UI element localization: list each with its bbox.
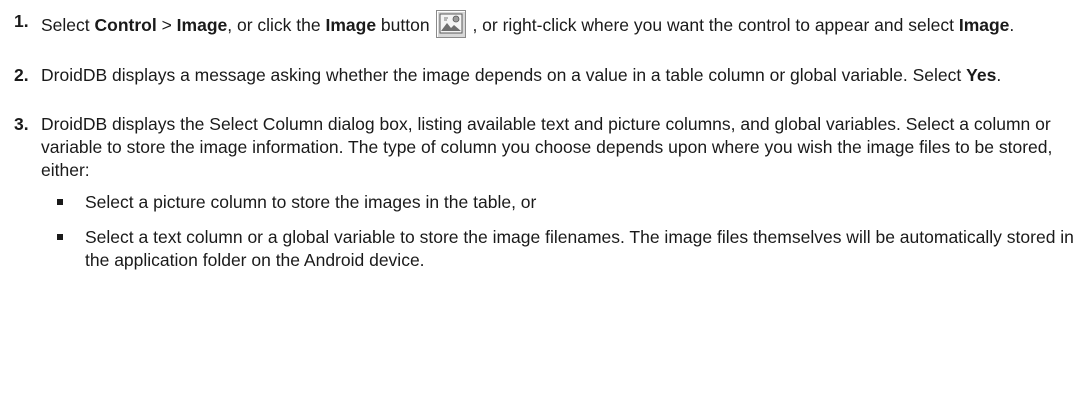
bold-term-image: Image bbox=[958, 15, 1010, 35]
bullet-text: Select a picture column to store the ima… bbox=[85, 192, 537, 212]
step-text: Select Control > Image, or click the Ima… bbox=[41, 10, 1085, 38]
text-run: button bbox=[376, 15, 430, 35]
text-run: Select bbox=[41, 15, 95, 35]
text-run: DroidDB displays a message asking whethe… bbox=[41, 65, 967, 85]
bold-term-control: Control bbox=[94, 15, 157, 35]
list-item: Select a text column or a global variabl… bbox=[41, 226, 1085, 272]
bold-term-yes: Yes bbox=[966, 65, 997, 85]
text-run: . bbox=[1009, 15, 1015, 35]
text-run: , or right-click where you want the cont… bbox=[467, 15, 959, 35]
bold-term-image: Image bbox=[325, 15, 377, 35]
image-button-icon bbox=[435, 10, 466, 38]
step-3: 3. DroidDB displays the Select Column di… bbox=[0, 113, 1085, 182]
step-number: 1. bbox=[14, 11, 29, 31]
text-run: , or click the bbox=[227, 15, 326, 35]
bullet-list: Select a picture column to store the ima… bbox=[0, 191, 1085, 272]
text-run: . bbox=[996, 65, 1002, 85]
bold-term-image: Image bbox=[176, 15, 228, 35]
bullet-marker bbox=[57, 234, 63, 240]
bullet-marker bbox=[57, 199, 63, 205]
bullet-text: Select a text column or a global variabl… bbox=[85, 227, 1074, 270]
text-run: > bbox=[156, 15, 177, 35]
step-number: 2. bbox=[14, 65, 29, 85]
step-text: DroidDB displays the Select Column dialo… bbox=[41, 114, 1053, 180]
step-2: 2. DroidDB displays a message asking whe… bbox=[0, 64, 1085, 87]
document-body: 1. Select Control > Image, or click the … bbox=[0, 0, 1085, 284]
step-number: 3. bbox=[14, 114, 29, 134]
step-text: DroidDB displays a message asking whethe… bbox=[41, 64, 1085, 87]
step-1: 1. Select Control > Image, or click the … bbox=[0, 10, 1085, 38]
list-item: Select a picture column to store the ima… bbox=[41, 191, 1085, 214]
